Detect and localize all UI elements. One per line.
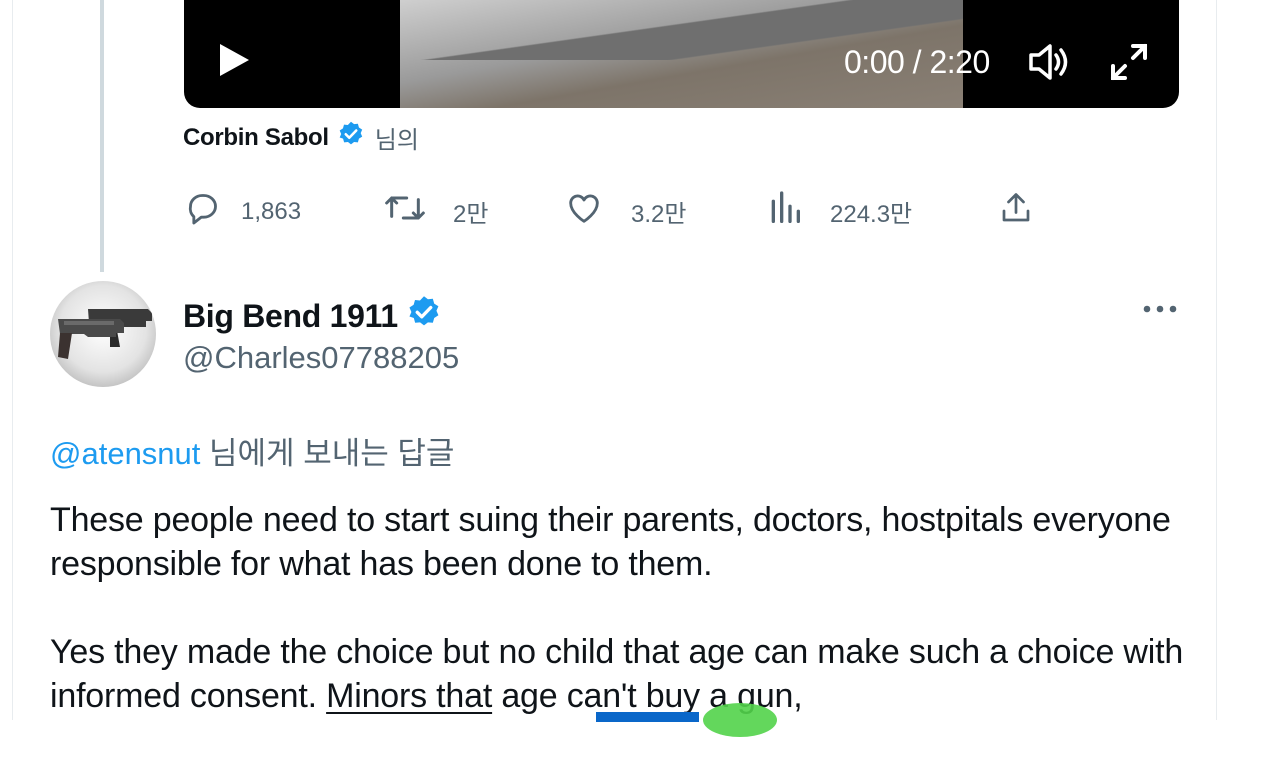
reply-suffix: 님에게 보내는 답글 — [200, 436, 455, 471]
reply-button[interactable]: 1,863 — [183, 188, 301, 235]
like-button[interactable]: 3.2만 — [563, 188, 686, 235]
tweet-author-handle[interactable]: @Charles07788205 — [183, 340, 459, 376]
more-options-icon[interactable] — [1138, 292, 1182, 326]
volume-icon[interactable] — [1027, 40, 1071, 84]
tweet-action-bar: 1,863 2만 3.2만 224.3만 — [183, 188, 1053, 232]
views-button[interactable]: 224.3만 — [768, 188, 912, 235]
tweet-paragraph-2: Yes they made the choice but no child th… — [50, 630, 1190, 718]
heart-icon — [563, 188, 605, 235]
verified-badge-icon — [406, 294, 442, 338]
pointer-cursor-indicator — [703, 703, 777, 737]
share-icon — [998, 188, 1034, 235]
views-chart-icon — [768, 188, 802, 235]
tweet-paragraph-1: These people need to start suing their p… — [50, 501, 1171, 583]
play-icon[interactable] — [214, 40, 254, 80]
highlighted-text: Minors that — [326, 677, 493, 715]
text-highlight-marker — [596, 712, 699, 722]
tweet-author-name-row[interactable]: Big Bend 1911 — [183, 294, 442, 338]
reply-icon — [183, 188, 223, 235]
reply-mention-link[interactable]: @atensnut — [50, 436, 200, 471]
tweet-author-name[interactable]: Big Bend 1911 — [183, 298, 398, 335]
retweet-icon — [383, 188, 427, 235]
video-attribution[interactable]: Corbin Sabol 님의 — [183, 120, 419, 155]
retweet-button[interactable]: 2만 — [383, 188, 488, 235]
like-count: 3.2만 — [631, 201, 687, 228]
attribution-author[interactable]: Corbin Sabol — [183, 124, 329, 152]
tweet-body: These people need to start suing their p… — [50, 498, 1190, 762]
replying-to: @atensnut 님에게 보내는 답글 — [50, 428, 454, 473]
share-button[interactable] — [998, 188, 1034, 235]
view-count: 224.3만 — [830, 201, 913, 228]
reply-count: 1,863 — [241, 197, 302, 225]
pistol-avatar-image — [58, 309, 152, 359]
avatar[interactable] — [50, 281, 156, 387]
retweet-count: 2만 — [453, 201, 489, 228]
verified-badge-icon — [337, 120, 365, 155]
video-time: 0:00 / 2:20 — [844, 44, 990, 80]
fullscreen-icon[interactable] — [1107, 40, 1151, 84]
video-player[interactable]: 0:00 / 2:20 — [184, 0, 1179, 108]
thread-connector-line — [100, 0, 104, 272]
attribution-suffix: 님의 — [374, 127, 419, 154]
